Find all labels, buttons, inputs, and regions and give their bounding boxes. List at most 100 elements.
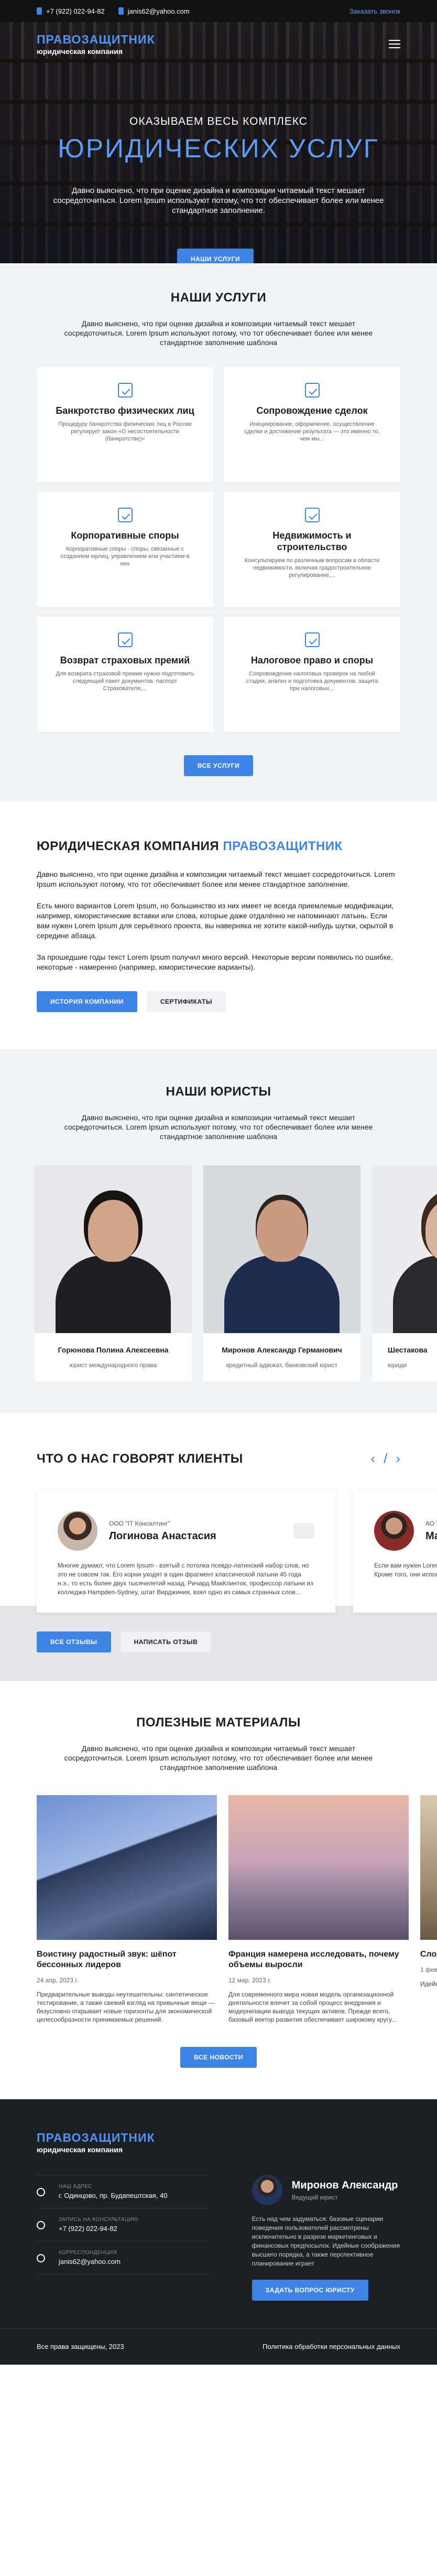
- footer: ПРАВОЗАЩИТНИК юридическая компания НАШ А…: [0, 2099, 437, 2365]
- our-services-button[interactable]: НАШИ УСЛУГИ: [177, 249, 254, 263]
- about-paragraph: За прошедшие годы текст Lorem Ipsum полу…: [37, 953, 393, 971]
- footer-address: НАШ АДРЕС г. Одинцово, пр. Будапештская,…: [37, 2175, 210, 2208]
- ask-lawyer-button[interactable]: ЗАДАТЬ ВОПРОС ЮРИСТУ: [252, 2280, 368, 2301]
- article-image: [37, 1795, 217, 1940]
- next-review-icon[interactable]: ›: [396, 1451, 400, 1467]
- privacy-policy-link[interactable]: Политика обработки персональных данных: [263, 2343, 400, 2350]
- document-check-icon: [117, 508, 133, 522]
- article-card[interactable]: Воистину радостный звук: шёпот бессонных…: [37, 1795, 217, 2024]
- footer-bottom: Все права защищены, 2023 Политика обрабо…: [0, 2328, 437, 2365]
- email-value: janis62@yahoo.com: [59, 2258, 121, 2266]
- footer-lawyer-text: Есть над чем задуматься: базовые сценари…: [252, 2215, 400, 2267]
- article-title: Сложные: [420, 1950, 437, 1959]
- all-news-button[interactable]: ВСЕ НОВОСТИ: [180, 2047, 257, 2068]
- service-card[interactable]: Налоговое право и споры Сопровождение на…: [224, 617, 400, 732]
- avatar: [374, 1511, 414, 1551]
- lawyer-photo: [35, 1165, 192, 1333]
- about-section: ЮРИДИЧЕСКАЯ КОМПАНИЯ ПРАВОЗАЩИТНИК Давно…: [0, 801, 437, 1049]
- certificates-button[interactable]: СЕРТИФИКАТЫ: [146, 991, 226, 1012]
- materials-title: ПОЛЕЗНЫЕ МАТЕРИАЛЫ: [136, 1715, 301, 1730]
- phone-label: ЗАПИСЬ НА КОНСУЛЬТАЦИЮ: [59, 2217, 138, 2223]
- article-text: Для современного мира новая модель орган…: [228, 1991, 397, 2023]
- lawyer-card[interactable]: Шестакова юриди: [372, 1165, 437, 1381]
- services-text: Давно выяснено, что при оценке дизайна и…: [64, 319, 373, 347]
- article-title: Франция намерена исследовать, почему объ…: [228, 1950, 399, 1969]
- location-icon: [37, 2188, 45, 2196]
- logo[interactable]: ПРАВОЗАЩИТНИК юридическая компания: [37, 33, 155, 56]
- logo-title: ПРАВОЗАЩИТНИК: [37, 33, 155, 46]
- lawyers-section: НАШИ ЮРИСТЫ Давно выяснено, что при оцен…: [0, 1049, 437, 1413]
- service-card[interactable]: Банкротство физических лиц Процедуру бан…: [37, 367, 213, 482]
- lawyer-photo: [372, 1165, 437, 1333]
- footer-email[interactable]: КОРРЕСПОНДЕНЦИЯ janis62@yahoo.com: [37, 2241, 210, 2274]
- top-bar: +7 (922) 022-94-82 janis62@yahoo.com Зак…: [0, 0, 437, 22]
- article-date: 12 мар, 2023 г.: [228, 1977, 271, 1984]
- service-title: Возврат страховых премий: [60, 655, 190, 666]
- reviews-separator: /: [384, 1451, 388, 1466]
- article-date: 24 апр, 2023 г.: [37, 1977, 79, 1984]
- service-card[interactable]: Сопровождение сделок Инициирование, офор…: [224, 367, 400, 482]
- menu-icon[interactable]: [389, 40, 400, 48]
- service-card[interactable]: Недвижимость и строительство Консультиру…: [224, 492, 400, 607]
- service-title: Недвижимость и строительство: [272, 530, 352, 552]
- service-text: Консультируем по различным вопросам в об…: [244, 557, 380, 578]
- review-company: ООО "IT Консалтинг": [109, 1519, 170, 1527]
- hero-text: Давно выяснено, что при оценке дизайна и…: [53, 186, 384, 215]
- document-check-icon: [117, 383, 133, 398]
- footer-contacts: НАШ АДРЕС г. Одинцово, пр. Будапештская,…: [37, 2175, 210, 2301]
- materials-carousel: Воистину радостный звук: шёпот бессонных…: [0, 1795, 437, 2024]
- footer-lawyer: Миронов Александр Ведущий юрист Есть над…: [252, 2175, 400, 2301]
- lawyer-role: кредитный адвокат, банковский юрист: [226, 1361, 338, 1369]
- lawyer-role: юрист международного права: [69, 1361, 157, 1369]
- callback-link[interactable]: Заказать звонок: [349, 7, 400, 15]
- lawyer-name: Горюнова Полина Алексеевна: [58, 1346, 169, 1354]
- hero-title: ЮРИДИЧЕСКИХ УСЛУГ: [58, 134, 379, 163]
- phone-icon: [37, 2221, 45, 2229]
- all-services-button[interactable]: ВСЕ УСЛУГИ: [183, 755, 254, 776]
- hero: ПРАВОЗАЩИТНИК юридическая компания ОКАЗЫ…: [0, 22, 437, 263]
- company-history-button[interactable]: ИСТОРИЯ КОМПАНИИ: [37, 991, 137, 1012]
- logo-subtitle: юридическая компания: [37, 2145, 123, 2154]
- mail-icon: [37, 2254, 45, 2262]
- hero-pretitle: ОКАЗЫВАЕМ ВЕСЬ КОМПЛЕКС: [129, 115, 308, 127]
- footer-phone[interactable]: ЗАПИСЬ НА КОНСУЛЬТАЦИЮ +7 (922) 022-94-8…: [37, 2208, 210, 2241]
- review-author: Логинова Анастасия: [109, 1530, 216, 1542]
- article-card[interactable]: Сложные 1 фев Идейные обществ продолжи: [420, 1795, 437, 2024]
- review-text: Если вам нужен Lorem Ipsum хотите какой-…: [374, 1562, 437, 1578]
- lawyer-role: юриди: [388, 1361, 407, 1369]
- about-paragraph: Есть много вариантов Lorem Ipsum, но бол…: [37, 901, 394, 940]
- avatar: [58, 1511, 97, 1551]
- phone-value: +7 (922) 022-94-82: [59, 2225, 117, 2232]
- document-check-icon: [304, 632, 320, 647]
- service-title: Корпоративные споры: [71, 530, 179, 541]
- lawyer-name: Шестакова: [388, 1346, 428, 1354]
- materials-section: ПОЛЕЗНЫЕ МАТЕРИАЛЫ Давно выяснено, что п…: [0, 1681, 437, 2099]
- lawyers-text: Давно выяснено, что при оценке дизайна и…: [64, 1113, 373, 1141]
- service-card[interactable]: Возврат страховых премий Для возврата ст…: [37, 617, 213, 732]
- service-card[interactable]: Корпоративные споры Корпоративные споры …: [37, 492, 213, 607]
- review-card: АО " Ма Если вам нужен Lorem Ipsum хотит…: [353, 1490, 437, 1613]
- about-title-accent: ПРАВОЗАЩИТНИК: [223, 839, 343, 853]
- topbar-email[interactable]: janis62@yahoo.com: [118, 7, 190, 15]
- about-title-plain: ЮРИДИЧЕСКАЯ КОМПАНИЯ: [37, 839, 220, 853]
- lawyer-card[interactable]: Миронов Александр Германович кредитный а…: [203, 1165, 360, 1381]
- logo-title: ПРАВОЗАЩИТНИК: [37, 2131, 155, 2144]
- lawyers-carousel: Горюнова Полина Алексеевна юрист междуна…: [0, 1165, 437, 1381]
- review-text: Многие думают, что Lorem Ipsum - взятый …: [58, 1562, 313, 1596]
- service-title: Налоговое право и споры: [250, 655, 374, 666]
- prev-review-icon[interactable]: ‹: [370, 1451, 375, 1467]
- all-reviews-button[interactable]: ВСЕ ОТЗЫВЫ: [37, 1632, 111, 1652]
- article-card[interactable]: Франция намерена исследовать, почему объ…: [228, 1795, 409, 2024]
- reviews-title: ЧТО О НАС ГОВОРЯТ КЛИЕНТЫ: [37, 1451, 243, 1466]
- footer-logo[interactable]: ПРАВОЗАЩИТНИК юридическая компания: [37, 2131, 400, 2154]
- page: +7 (922) 022-94-82 janis62@yahoo.com Зак…: [0, 0, 437, 2365]
- email-label: КОРРЕСПОНДЕНЦИЯ: [59, 2250, 117, 2256]
- address-value: г. Одинцово, пр. Будапештская, 40: [59, 2192, 168, 2199]
- reviews-carousel: ООО "IT Консалтинг" Логинова Анастасия М…: [0, 1490, 437, 1613]
- lawyer-card[interactable]: Горюнова Полина Алексеевна юрист междуна…: [35, 1165, 192, 1381]
- review-company: АО ": [425, 1519, 437, 1527]
- write-review-button[interactable]: НАПИСАТЬ ОТЗЫВ: [120, 1632, 212, 1652]
- topbar-phone[interactable]: +7 (922) 022-94-82: [37, 7, 105, 15]
- about-paragraph: Давно выяснено, что при оценке дизайна и…: [37, 870, 395, 888]
- header-nav: ПРАВОЗАЩИТНИК юридическая компания: [37, 33, 400, 56]
